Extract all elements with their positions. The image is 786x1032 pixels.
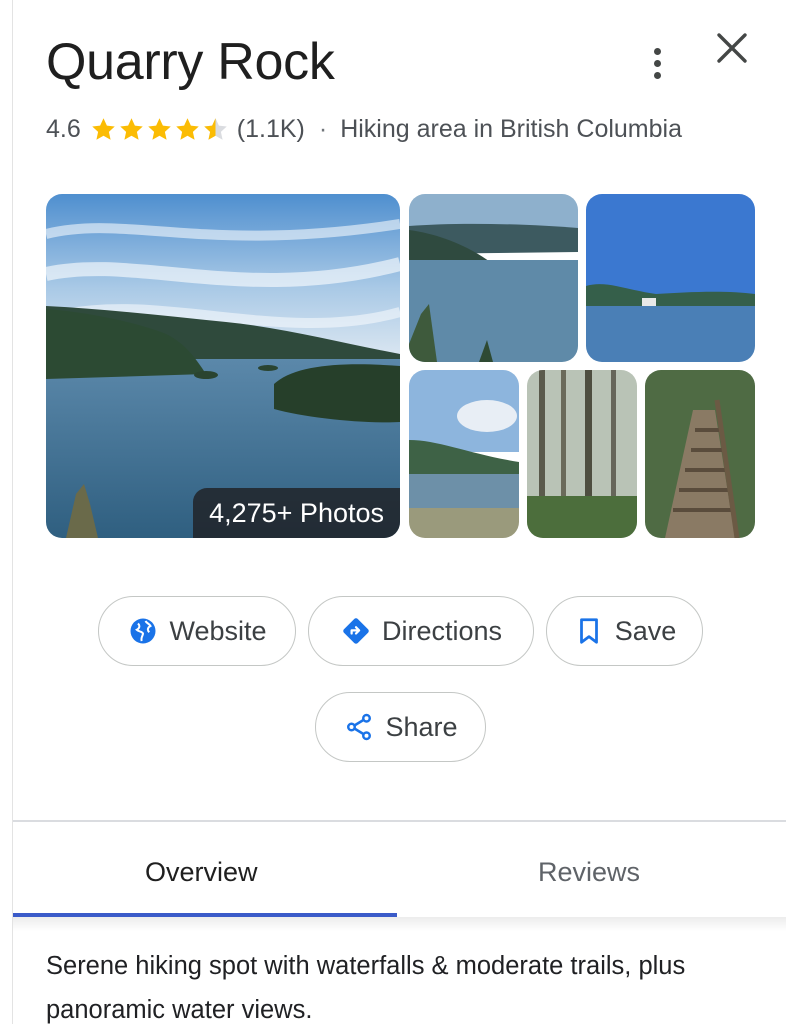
share-button[interactable]: Share — [315, 692, 486, 762]
globe-icon — [127, 615, 159, 647]
save-label: Save — [614, 615, 677, 646]
trail-photo-image — [645, 370, 755, 538]
website-label: Website — [169, 615, 267, 646]
lake-photo-image — [409, 370, 519, 538]
more-vert-icon — [653, 47, 661, 55]
website-button[interactable]: Website — [98, 596, 296, 666]
lake-photo-image — [46, 194, 400, 538]
photo-thumbnail[interactable] — [645, 370, 755, 538]
share-label: Share — [385, 711, 458, 742]
section-divider — [13, 820, 786, 822]
photo-thumbnail[interactable] — [409, 194, 578, 362]
lake-photo-image — [409, 194, 578, 362]
photo-count-badge[interactable]: 4,275+ Photos — [193, 488, 400, 538]
photo-thumbnail[interactable] — [586, 194, 755, 362]
star-icon — [120, 117, 143, 140]
star-icon — [92, 117, 115, 140]
star-icon — [148, 117, 171, 140]
half-star-icon — [204, 117, 227, 140]
place-description: Serene hiking spot with waterfalls & mod… — [46, 952, 686, 1024]
rating-value: 4.6 — [46, 114, 81, 143]
star-rating — [90, 116, 229, 143]
forest-photo-image — [527, 370, 637, 538]
main-photo[interactable]: 4,275+ Photos — [46, 194, 400, 538]
photo-thumbnail[interactable] — [409, 370, 519, 538]
tab-bar-shadow — [13, 917, 786, 931]
save-button[interactable]: Save — [546, 596, 703, 666]
directions-button[interactable]: Directions — [308, 596, 534, 666]
card-border — [12, 0, 13, 1024]
place-category: Hiking area in British Columbia — [340, 114, 682, 143]
tab-overview[interactable]: Overview — [145, 848, 258, 896]
close-icon — [717, 33, 747, 63]
review-count-link[interactable]: (1.1K) — [237, 115, 305, 144]
more-options-button[interactable] — [640, 40, 674, 86]
place-title: Quarry Rock — [46, 33, 335, 91]
directions-label: Directions — [381, 615, 503, 646]
separator-dot: · — [318, 114, 328, 143]
directions-icon — [340, 615, 372, 647]
lake-photo-image — [586, 194, 755, 362]
close-button[interactable] — [712, 28, 752, 68]
tab-reviews[interactable]: Reviews — [538, 848, 640, 896]
share-icon — [343, 711, 375, 743]
star-icon — [176, 117, 199, 140]
bookmark-icon — [573, 615, 605, 647]
rating-line: 4.6 (1.1K) · Hiking area in British Colu… — [46, 112, 682, 146]
photo-thumbnail[interactable] — [527, 370, 637, 538]
